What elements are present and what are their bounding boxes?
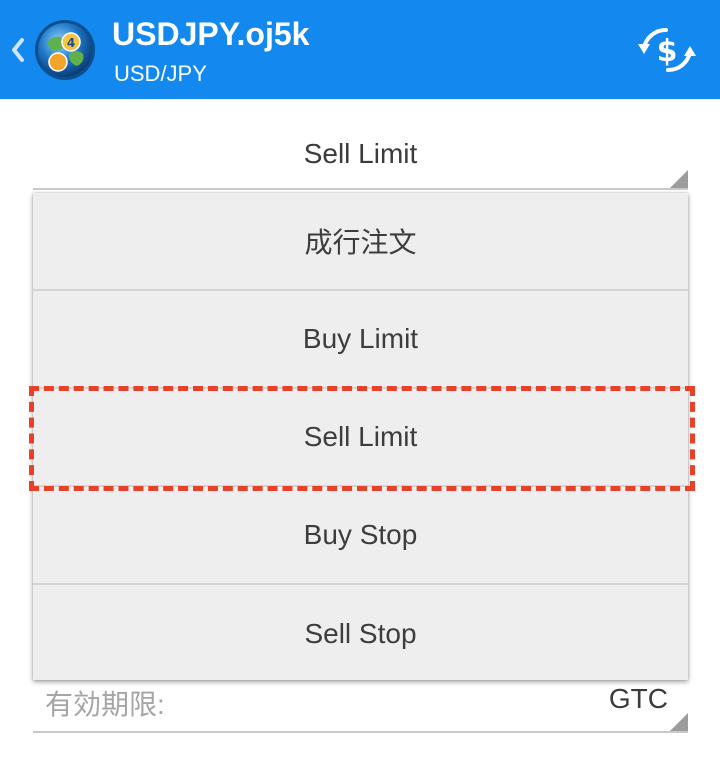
metatrader-4-logo-icon[interactable]: 4 — [33, 18, 97, 82]
order-type-option-buy-stop[interactable]: Buy Stop — [33, 487, 688, 585]
symbol-description: USD/JPY — [114, 61, 207, 86]
svg-text:$: $ — [657, 34, 678, 69]
order-type-option-sell-limit[interactable]: Sell Limit — [33, 389, 688, 487]
expiration-underline — [33, 731, 688, 733]
expiration-dropdown-indicator — [670, 713, 688, 731]
spinner-underline — [33, 188, 688, 190]
order-type-dropdown: 成行注文 Buy Limit Sell Limit Buy Stop Sell … — [33, 193, 688, 680]
order-type-value: Sell Limit — [303, 138, 418, 169]
spinner-dropdown-indicator — [670, 170, 688, 188]
symbol-title: USDJPY.oj5k — [112, 16, 310, 52]
expiration-value: GTC — [608, 683, 668, 714]
order-type-option-market[interactable]: 成行注文 — [33, 193, 688, 291]
trade-dollar-icon[interactable]: $ — [636, 24, 698, 76]
order-type-option-sell-stop[interactable]: Sell Stop — [33, 585, 688, 682]
expiration-label: 有効期限: — [45, 689, 165, 720]
svg-text:4: 4 — [67, 36, 75, 50]
action-bar: 4 USDJPY.oj5k USD/JPY $ — [0, 0, 720, 99]
order-type-option-buy-limit[interactable]: Buy Limit — [33, 291, 688, 389]
chevron-left-icon[interactable] — [6, 30, 28, 70]
order-type-spinner[interactable]: Sell Limit — [33, 124, 688, 190]
